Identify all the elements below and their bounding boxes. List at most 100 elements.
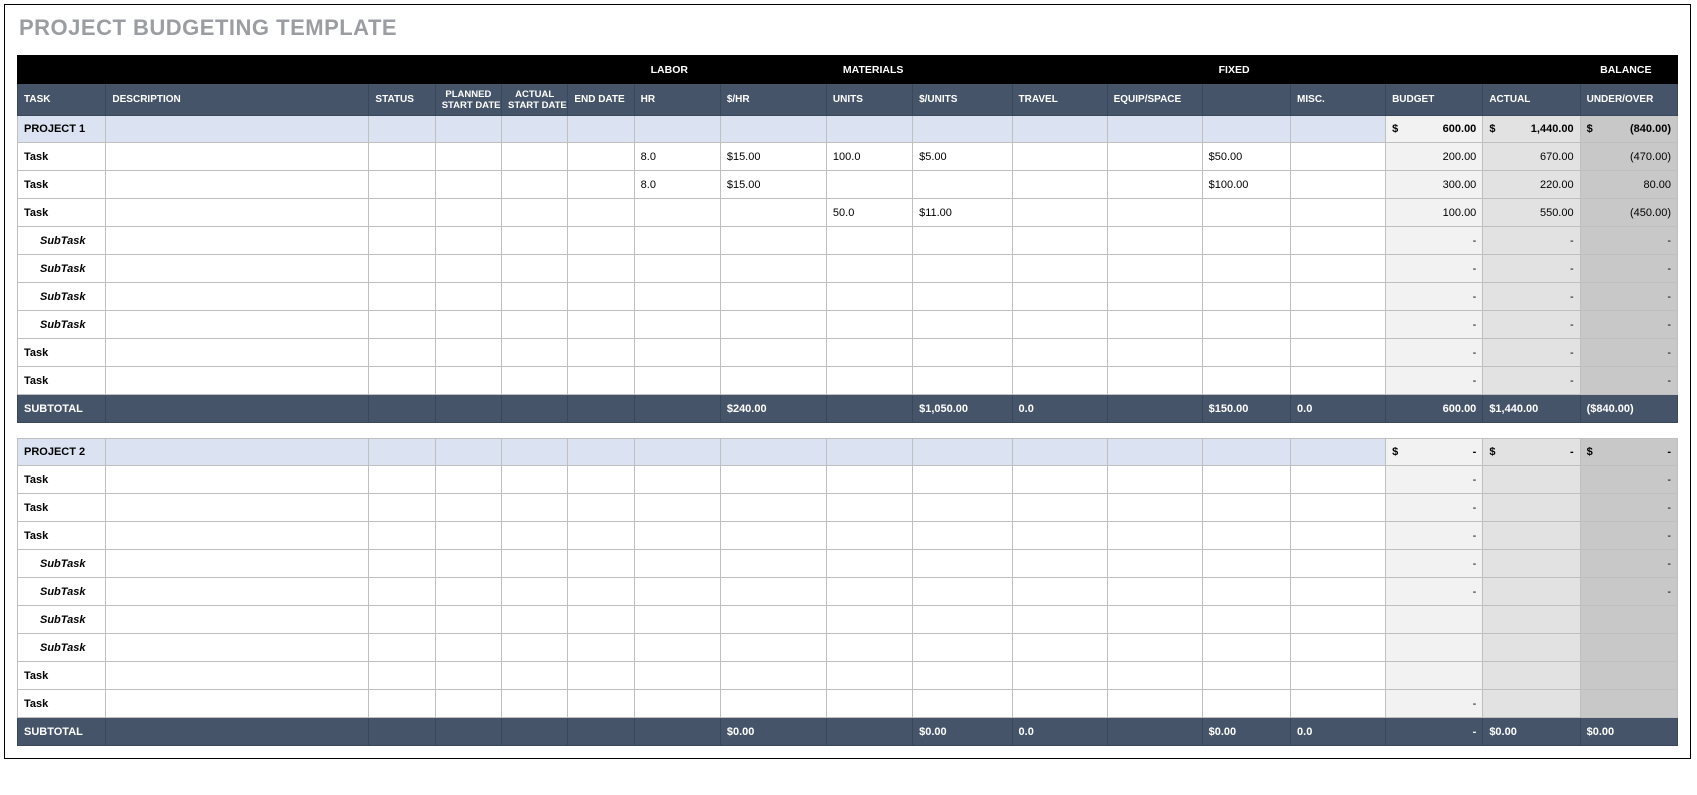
travel-cell[interactable] <box>1012 578 1107 606</box>
end-date-cell[interactable] <box>568 311 634 339</box>
description-cell[interactable] <box>106 171 369 199</box>
fixed-cell[interactable] <box>1202 311 1290 339</box>
col-equip-space[interactable]: EQUIP/SPACE <box>1107 84 1202 116</box>
task-name-cell[interactable]: Task <box>18 690 106 718</box>
actual-start-cell[interactable] <box>502 227 568 255</box>
misc-cell[interactable] <box>1291 199 1386 227</box>
units-cell[interactable] <box>826 494 912 522</box>
project-empty-cell[interactable] <box>1012 116 1107 143</box>
misc-cell[interactable] <box>1291 171 1386 199</box>
task-name-cell[interactable]: SubTask <box>18 255 106 283</box>
dollar-hr-cell[interactable] <box>720 606 826 634</box>
task-name-cell[interactable]: SubTask <box>18 634 106 662</box>
status-cell[interactable] <box>369 367 435 395</box>
col-dollar-units[interactable]: $/UNITS <box>913 84 1012 116</box>
equip-cell[interactable] <box>1107 171 1202 199</box>
description-cell[interactable] <box>106 255 369 283</box>
travel-cell[interactable] <box>1012 466 1107 494</box>
project-empty-cell[interactable] <box>634 439 720 466</box>
fixed-cell[interactable] <box>1202 283 1290 311</box>
dollar-units-cell[interactable] <box>913 311 1012 339</box>
project-empty-cell[interactable] <box>720 439 826 466</box>
hr-cell[interactable] <box>634 339 720 367</box>
planned-start-cell[interactable] <box>435 494 501 522</box>
hr-cell[interactable]: 8.0 <box>634 171 720 199</box>
description-cell[interactable] <box>106 466 369 494</box>
misc-cell[interactable] <box>1291 662 1386 690</box>
misc-cell[interactable] <box>1291 311 1386 339</box>
misc-cell[interactable] <box>1291 690 1386 718</box>
hr-cell[interactable] <box>634 578 720 606</box>
planned-start-cell[interactable] <box>435 311 501 339</box>
dollar-units-cell[interactable] <box>913 494 1012 522</box>
units-cell[interactable] <box>826 522 912 550</box>
units-cell[interactable] <box>826 466 912 494</box>
misc-cell[interactable] <box>1291 227 1386 255</box>
project-name-cell[interactable]: PROJECT 1 <box>18 116 106 143</box>
task-row[interactable]: Task--- <box>18 367 1678 395</box>
subtask-row[interactable]: SubTask--- <box>18 227 1678 255</box>
task-name-cell[interactable]: Task <box>18 171 106 199</box>
travel-cell[interactable] <box>1012 199 1107 227</box>
equip-cell[interactable] <box>1107 578 1202 606</box>
dollar-units-cell[interactable] <box>913 662 1012 690</box>
end-date-cell[interactable] <box>568 494 634 522</box>
col-misc[interactable]: MISC. <box>1291 84 1386 116</box>
description-cell[interactable] <box>106 494 369 522</box>
hr-cell[interactable] <box>634 550 720 578</box>
misc-cell[interactable] <box>1291 522 1386 550</box>
travel-cell[interactable] <box>1012 339 1107 367</box>
status-cell[interactable] <box>369 283 435 311</box>
project-empty-cell[interactable] <box>913 116 1012 143</box>
col-budget[interactable]: BUDGET <box>1386 84 1483 116</box>
description-cell[interactable] <box>106 339 369 367</box>
actual-start-cell[interactable] <box>502 550 568 578</box>
hr-cell[interactable] <box>634 690 720 718</box>
dollar-hr-cell[interactable] <box>720 227 826 255</box>
dollar-hr-cell[interactable] <box>720 339 826 367</box>
task-name-cell[interactable]: SubTask <box>18 550 106 578</box>
subtask-row[interactable]: SubTask <box>18 634 1678 662</box>
dollar-units-cell[interactable] <box>913 339 1012 367</box>
actual-start-cell[interactable] <box>502 466 568 494</box>
project-empty-cell[interactable] <box>720 116 826 143</box>
fixed-cell[interactable] <box>1202 634 1290 662</box>
task-row[interactable]: Task-- <box>18 466 1678 494</box>
planned-start-cell[interactable] <box>435 339 501 367</box>
project-empty-cell[interactable] <box>502 116 568 143</box>
col-actual-start[interactable]: ACTUALSTART DATE <box>502 84 568 116</box>
travel-cell[interactable] <box>1012 662 1107 690</box>
end-date-cell[interactable] <box>568 466 634 494</box>
project-empty-cell[interactable] <box>1107 439 1202 466</box>
travel-cell[interactable] <box>1012 690 1107 718</box>
travel-cell[interactable] <box>1012 522 1107 550</box>
fixed-cell[interactable] <box>1202 690 1290 718</box>
actual-start-cell[interactable] <box>502 634 568 662</box>
actual-start-cell[interactable] <box>502 311 568 339</box>
units-cell[interactable] <box>826 339 912 367</box>
description-cell[interactable] <box>106 311 369 339</box>
fixed-cell[interactable] <box>1202 227 1290 255</box>
end-date-cell[interactable] <box>568 227 634 255</box>
planned-start-cell[interactable] <box>435 662 501 690</box>
dollar-hr-cell[interactable] <box>720 550 826 578</box>
equip-cell[interactable] <box>1107 634 1202 662</box>
actual-start-cell[interactable] <box>502 199 568 227</box>
units-cell[interactable] <box>826 662 912 690</box>
description-cell[interactable] <box>106 367 369 395</box>
task-row[interactable]: Task- <box>18 690 1678 718</box>
project-empty-cell[interactable] <box>106 116 369 143</box>
status-cell[interactable] <box>369 662 435 690</box>
col-hr[interactable]: HR <box>634 84 720 116</box>
equip-cell[interactable] <box>1107 494 1202 522</box>
travel-cell[interactable] <box>1012 227 1107 255</box>
misc-cell[interactable] <box>1291 606 1386 634</box>
task-name-cell[interactable]: SubTask <box>18 283 106 311</box>
dollar-hr-cell[interactable] <box>720 634 826 662</box>
description-cell[interactable] <box>106 578 369 606</box>
actual-start-cell[interactable] <box>502 143 568 171</box>
hr-cell[interactable] <box>634 311 720 339</box>
end-date-cell[interactable] <box>568 578 634 606</box>
description-cell[interactable] <box>106 199 369 227</box>
description-cell[interactable] <box>106 522 369 550</box>
